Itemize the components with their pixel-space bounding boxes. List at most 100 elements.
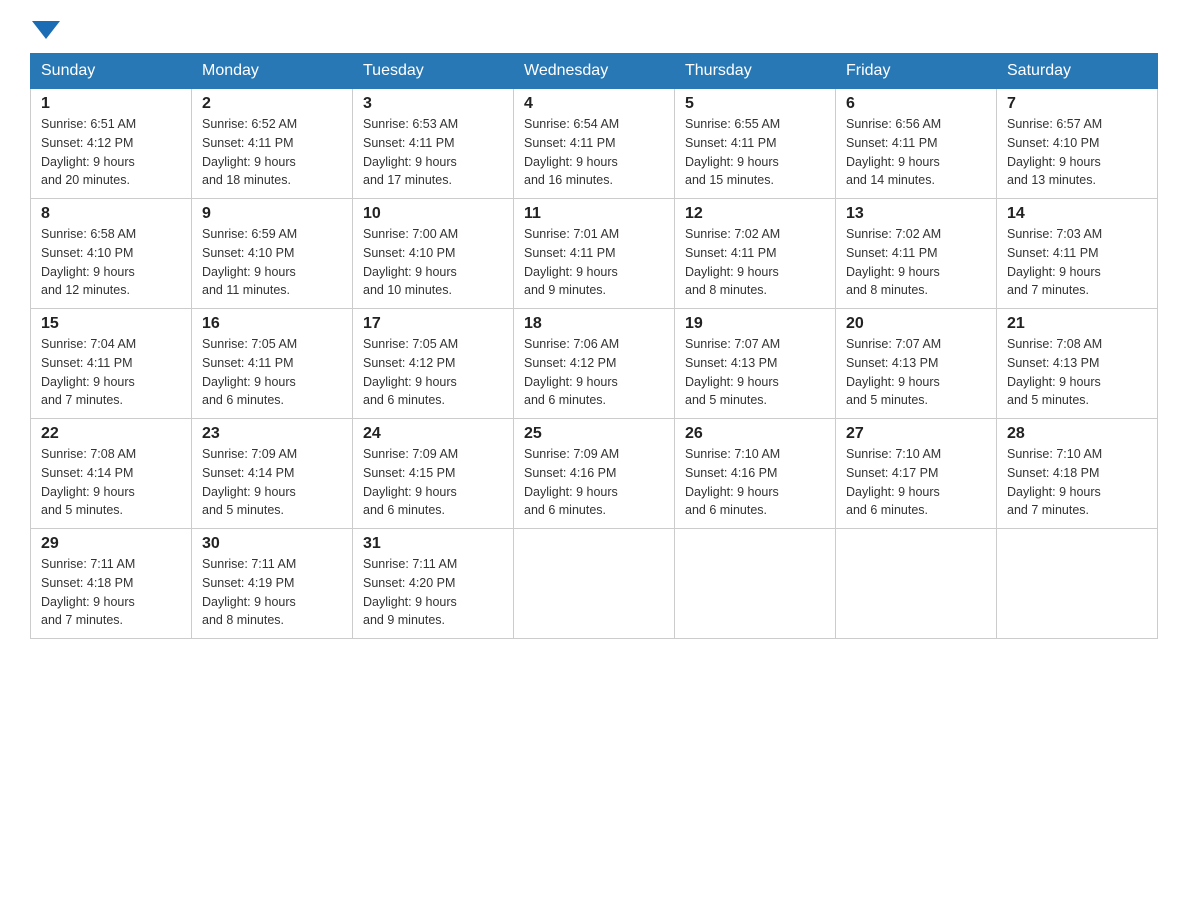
- calendar-week-row: 1Sunrise: 6:51 AMSunset: 4:12 PMDaylight…: [31, 89, 1158, 199]
- day-info: Sunrise: 7:10 AMSunset: 4:16 PMDaylight:…: [685, 445, 825, 520]
- day-info: Sunrise: 7:08 AMSunset: 4:14 PMDaylight:…: [41, 445, 181, 520]
- calendar-empty-cell: [514, 529, 675, 639]
- day-info: Sunrise: 7:11 AMSunset: 4:20 PMDaylight:…: [363, 555, 503, 630]
- day-info: Sunrise: 6:59 AMSunset: 4:10 PMDaylight:…: [202, 225, 342, 300]
- day-number: 2: [202, 95, 342, 113]
- calendar-day-cell: 12Sunrise: 7:02 AMSunset: 4:11 PMDayligh…: [675, 199, 836, 309]
- calendar-day-cell: 3Sunrise: 6:53 AMSunset: 4:11 PMDaylight…: [353, 89, 514, 199]
- calendar-day-cell: 11 Sunrise: 7:01 AMSunset: 4:11 PMDayligh…: [514, 199, 675, 309]
- day-number: 11: [524, 205, 664, 223]
- day-number: 7: [1007, 95, 1147, 113]
- day-info: Sunrise: 7:01 AMSunset: 4:11 PMDaylight:…: [524, 225, 664, 300]
- calendar-day-cell: 10Sunrise: 7:00 AMSunset: 4:10 PMDayligh…: [353, 199, 514, 309]
- calendar-empty-cell: [997, 529, 1158, 639]
- calendar-week-row: 29 Sunrise: 7:11 AMSunset: 4:18 PMDayligh…: [31, 529, 1158, 639]
- day-info: Sunrise: 7:08 AMSunset: 4:13 PMDaylight:…: [1007, 335, 1147, 410]
- day-info: Sunrise: 7:05 AMSunset: 4:11 PMDaylight:…: [202, 335, 342, 410]
- calendar-header-row: SundayMondayTuesdayWednesdayThursdayFrid…: [31, 54, 1158, 89]
- calendar-day-cell: 16 Sunrise: 7:05 AMSunset: 4:11 PMDayligh…: [192, 309, 353, 419]
- day-number: 28: [1007, 425, 1147, 443]
- day-number: 25: [524, 425, 664, 443]
- calendar-header-tuesday: Tuesday: [353, 54, 514, 89]
- calendar-day-cell: 5 Sunrise: 6:55 AMSunset: 4:11 PMDaylight…: [675, 89, 836, 199]
- calendar-day-cell: 30 Sunrise: 7:11 AMSunset: 4:19 PMDayligh…: [192, 529, 353, 639]
- day-info: Sunrise: 7:09 AMSunset: 4:16 PMDaylight:…: [524, 445, 664, 520]
- calendar-day-cell: 13Sunrise: 7:02 AMSunset: 4:11 PMDayligh…: [836, 199, 997, 309]
- day-number: 14: [1007, 205, 1147, 223]
- calendar-day-cell: 15Sunrise: 7:04 AMSunset: 4:11 PMDayligh…: [31, 309, 192, 419]
- calendar-day-cell: 17 Sunrise: 7:05 AMSunset: 4:12 PMDayligh…: [353, 309, 514, 419]
- logo-arrow-icon: [32, 21, 60, 39]
- day-info: Sunrise: 7:00 AMSunset: 4:10 PMDaylight:…: [363, 225, 503, 300]
- day-number: 27: [846, 425, 986, 443]
- calendar-table: SundayMondayTuesdayWednesdayThursdayFrid…: [30, 53, 1158, 639]
- calendar-day-cell: 31 Sunrise: 7:11 AMSunset: 4:20 PMDayligh…: [353, 529, 514, 639]
- day-number: 21: [1007, 315, 1147, 333]
- day-number: 20: [846, 315, 986, 333]
- calendar-day-cell: 22 Sunrise: 7:08 AMSunset: 4:14 PMDayligh…: [31, 419, 192, 529]
- day-info: Sunrise: 7:09 AMSunset: 4:14 PMDaylight:…: [202, 445, 342, 520]
- day-number: 4: [524, 95, 664, 113]
- day-info: Sunrise: 7:04 AMSunset: 4:11 PMDaylight:…: [41, 335, 181, 410]
- day-number: 5: [685, 95, 825, 113]
- day-number: 9: [202, 205, 342, 223]
- calendar-header-saturday: Saturday: [997, 54, 1158, 89]
- calendar-day-cell: 1Sunrise: 6:51 AMSunset: 4:12 PMDaylight…: [31, 89, 192, 199]
- day-info: Sunrise: 6:56 AMSunset: 4:11 PMDaylight:…: [846, 115, 986, 190]
- day-info: Sunrise: 7:07 AMSunset: 4:13 PMDaylight:…: [685, 335, 825, 410]
- day-info: Sunrise: 6:54 AMSunset: 4:11 PMDaylight:…: [524, 115, 664, 190]
- calendar-day-cell: 14 Sunrise: 7:03 AMSunset: 4:11 PMDayligh…: [997, 199, 1158, 309]
- day-number: 31: [363, 535, 503, 553]
- calendar-day-cell: 8Sunrise: 6:58 AMSunset: 4:10 PMDaylight…: [31, 199, 192, 309]
- day-number: 6: [846, 95, 986, 113]
- calendar-day-cell: 20 Sunrise: 7:07 AMSunset: 4:13 PMDayligh…: [836, 309, 997, 419]
- day-info: Sunrise: 7:10 AMSunset: 4:18 PMDaylight:…: [1007, 445, 1147, 520]
- day-number: 29: [41, 535, 181, 553]
- day-number: 17: [363, 315, 503, 333]
- calendar-day-cell: 19 Sunrise: 7:07 AMSunset: 4:13 PMDayligh…: [675, 309, 836, 419]
- day-info: Sunrise: 6:53 AMSunset: 4:11 PMDaylight:…: [363, 115, 503, 190]
- calendar-day-cell: 18Sunrise: 7:06 AMSunset: 4:12 PMDayligh…: [514, 309, 675, 419]
- logo: [30, 20, 60, 43]
- calendar-header-sunday: Sunday: [31, 54, 192, 89]
- day-info: Sunrise: 7:10 AMSunset: 4:17 PMDaylight:…: [846, 445, 986, 520]
- calendar-empty-cell: [675, 529, 836, 639]
- day-info: Sunrise: 7:09 AMSunset: 4:15 PMDaylight:…: [363, 445, 503, 520]
- calendar-day-cell: 29 Sunrise: 7:11 AMSunset: 4:18 PMDayligh…: [31, 529, 192, 639]
- day-info: Sunrise: 7:02 AMSunset: 4:11 PMDaylight:…: [685, 225, 825, 300]
- calendar-header-friday: Friday: [836, 54, 997, 89]
- day-number: 16: [202, 315, 342, 333]
- calendar-day-cell: 21 Sunrise: 7:08 AMSunset: 4:13 PMDayligh…: [997, 309, 1158, 419]
- calendar-header-monday: Monday: [192, 54, 353, 89]
- day-info: Sunrise: 7:02 AMSunset: 4:11 PMDaylight:…: [846, 225, 986, 300]
- day-info: Sunrise: 7:05 AMSunset: 4:12 PMDaylight:…: [363, 335, 503, 410]
- calendar-day-cell: 24 Sunrise: 7:09 AMSunset: 4:15 PMDayligh…: [353, 419, 514, 529]
- calendar-empty-cell: [836, 529, 997, 639]
- calendar-day-cell: 26 Sunrise: 7:10 AMSunset: 4:16 PMDayligh…: [675, 419, 836, 529]
- calendar-day-cell: 25 Sunrise: 7:09 AMSunset: 4:16 PMDayligh…: [514, 419, 675, 529]
- day-info: Sunrise: 7:11 AMSunset: 4:19 PMDaylight:…: [202, 555, 342, 630]
- day-info: Sunrise: 7:07 AMSunset: 4:13 PMDaylight:…: [846, 335, 986, 410]
- day-info: Sunrise: 7:03 AMSunset: 4:11 PMDaylight:…: [1007, 225, 1147, 300]
- day-info: Sunrise: 6:51 AMSunset: 4:12 PMDaylight:…: [41, 115, 181, 190]
- day-info: Sunrise: 7:11 AMSunset: 4:18 PMDaylight:…: [41, 555, 181, 630]
- day-info: Sunrise: 6:52 AMSunset: 4:11 PMDaylight:…: [202, 115, 342, 190]
- calendar-week-row: 22 Sunrise: 7:08 AMSunset: 4:14 PMDayligh…: [31, 419, 1158, 529]
- header: [30, 20, 1158, 43]
- calendar-day-cell: 2 Sunrise: 6:52 AMSunset: 4:11 PMDaylight…: [192, 89, 353, 199]
- calendar-header-thursday: Thursday: [675, 54, 836, 89]
- day-info: Sunrise: 6:55 AMSunset: 4:11 PMDaylight:…: [685, 115, 825, 190]
- calendar-day-cell: 28 Sunrise: 7:10 AMSunset: 4:18 PMDayligh…: [997, 419, 1158, 529]
- day-info: Sunrise: 7:06 AMSunset: 4:12 PMDaylight:…: [524, 335, 664, 410]
- calendar-day-cell: 6 Sunrise: 6:56 AMSunset: 4:11 PMDaylight…: [836, 89, 997, 199]
- calendar-header-wednesday: Wednesday: [514, 54, 675, 89]
- day-info: Sunrise: 6:57 AMSunset: 4:10 PMDaylight:…: [1007, 115, 1147, 190]
- day-number: 19: [685, 315, 825, 333]
- day-number: 30: [202, 535, 342, 553]
- day-number: 22: [41, 425, 181, 443]
- day-number: 24: [363, 425, 503, 443]
- calendar-day-cell: 9 Sunrise: 6:59 AMSunset: 4:10 PMDaylight…: [192, 199, 353, 309]
- day-info: Sunrise: 6:58 AMSunset: 4:10 PMDaylight:…: [41, 225, 181, 300]
- day-number: 26: [685, 425, 825, 443]
- calendar-day-cell: 27 Sunrise: 7:10 AMSunset: 4:17 PMDayligh…: [836, 419, 997, 529]
